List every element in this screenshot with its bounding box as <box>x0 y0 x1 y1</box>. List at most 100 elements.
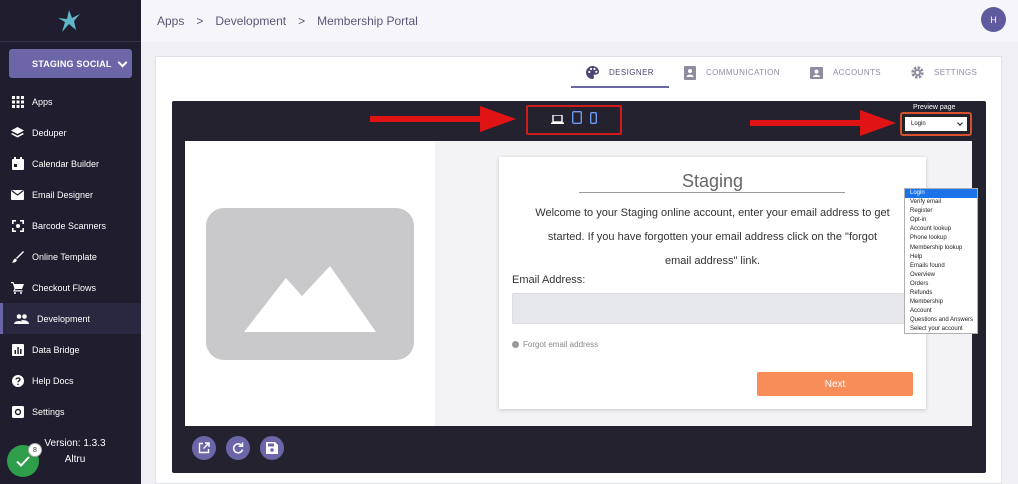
account-selector-button[interactable]: STAGING SOCIAL <box>9 49 132 78</box>
chevron-down-icon <box>117 57 128 68</box>
palette-icon <box>586 66 599 79</box>
save-icon <box>266 442 278 454</box>
chevron-right-icon: > <box>196 14 204 28</box>
sidebar-item-label: Online Template <box>32 251 97 262</box>
sidebar: STAGING SOCIAL Apps Deduper Calendar Bui… <box>0 0 141 484</box>
designer-toolbar <box>192 436 284 460</box>
gear-icon <box>911 66 924 79</box>
tab-settings[interactable]: SETTINGS <box>896 57 992 88</box>
account-card-icon <box>809 66 823 79</box>
next-button[interactable]: Next <box>757 372 913 396</box>
sidebar-item-settings[interactable]: Settings <box>0 396 141 427</box>
breadcrumb-development[interactable]: Development <box>215 14 286 28</box>
cart-icon <box>11 281 24 294</box>
sidebar-item-development[interactable]: Development <box>0 303 141 334</box>
dropdown-option[interactable]: Account lookup <box>905 225 977 234</box>
tab-designer[interactable]: DESIGNER <box>571 57 669 88</box>
dropdown-option[interactable]: Login <box>905 189 977 199</box>
breadcrumb: Apps > Development > Membership Portal <box>157 14 418 28</box>
sidebar-item-email-designer[interactable]: Email Designer <box>0 179 141 210</box>
sidebar-item-label: Data Bridge <box>32 344 80 355</box>
sidebar-item-label: Apps <box>32 96 53 107</box>
dropdown-option[interactable]: Questions and Answers <box>905 316 977 325</box>
layers-icon <box>11 126 24 139</box>
sidebar-item-deduper[interactable]: Deduper <box>0 117 141 148</box>
sidebar-item-label: Checkout Flows <box>32 282 97 293</box>
dropdown-option[interactable]: Membership lookup <box>905 244 977 253</box>
dropdown-option[interactable]: Overview <box>905 271 977 280</box>
dropdown-option[interactable]: Orders <box>905 280 977 289</box>
calendar-icon <box>11 157 24 170</box>
preview-page-dropdown: Login Verify email Register Opt-in Accou… <box>904 188 978 334</box>
dropdown-option[interactable]: Select your account <box>905 325 977 334</box>
sidebar-item-calendar-builder[interactable]: Calendar Builder <box>0 148 141 179</box>
device-toggle-group <box>526 105 622 135</box>
breadcrumb-apps[interactable]: Apps <box>157 14 184 28</box>
save-button[interactable] <box>260 436 284 460</box>
top-bar: Apps > Development > Membership Portal H <box>141 0 1018 42</box>
email-label: Email Address: <box>512 274 586 286</box>
preview-page-label: Preview page <box>913 104 956 111</box>
help-icon <box>11 374 24 387</box>
gear-icon <box>11 405 24 418</box>
dropdown-option[interactable]: Phone lookup <box>905 234 977 243</box>
tab-label: SETTINGS <box>934 68 978 77</box>
tablet-icon[interactable] <box>571 110 583 129</box>
sidebar-item-help-docs[interactable]: Help Docs <box>0 365 141 396</box>
breadcrumb-membership-portal: Membership Portal <box>317 14 418 28</box>
external-link-icon <box>198 442 210 454</box>
sidebar-item-apps[interactable]: Apps <box>0 86 141 117</box>
dropdown-option[interactable]: Help <box>905 253 977 262</box>
phone-icon[interactable] <box>589 111 597 129</box>
avatar[interactable]: H <box>981 7 1006 32</box>
contact-book-icon <box>684 65 696 80</box>
card-title: Staging <box>681 171 744 191</box>
sidebar-divider <box>0 41 141 42</box>
dropdown-option[interactable]: Refunds <box>905 289 977 298</box>
version-label: Version: 1.3.3 <box>44 438 106 449</box>
notification-badge: 8 <box>28 443 42 457</box>
mail-icon <box>11 188 24 201</box>
dropdown-option[interactable]: Register <box>905 207 977 216</box>
dropdown-option[interactable]: Membership <box>905 298 977 307</box>
dropdown-option[interactable]: Emails found <box>905 262 977 271</box>
tab-communication[interactable]: COMMUNICATION <box>669 57 795 88</box>
sidebar-item-online-template[interactable]: Online Template <box>0 241 141 272</box>
people-icon <box>14 312 29 325</box>
email-input[interactable] <box>512 293 912 324</box>
preview-page-select[interactable]: Login <box>904 116 968 132</box>
red-arrow-annotation <box>370 106 516 132</box>
forgot-email-link[interactable]: Forgot email address <box>512 340 598 349</box>
scan-icon <box>11 219 24 232</box>
sidebar-item-label: Help Docs <box>32 375 74 386</box>
check-icon <box>16 455 30 467</box>
open-external-button[interactable] <box>192 436 216 460</box>
version-info: Version: 1.3.3 Altru <box>40 436 110 468</box>
tab-label: DESIGNER <box>609 68 654 77</box>
dropdown-option[interactable]: Verify email <box>905 198 977 207</box>
sidebar-item-data-bridge[interactable]: Data Bridge <box>0 334 141 365</box>
laptop-icon[interactable] <box>551 111 564 129</box>
forgot-email-label: Forgot email address <box>523 340 599 349</box>
sidebar-item-label: Calendar Builder <box>32 158 100 169</box>
sidebar-item-checkout-flows[interactable]: Checkout Flows <box>0 272 141 303</box>
help-circle-icon <box>512 341 519 348</box>
welcome-text: Welcome to your Staging online account, … <box>535 207 890 267</box>
brush-icon <box>11 250 24 263</box>
sidebar-nav: Apps Deduper Calendar Builder Email Desi… <box>0 86 141 427</box>
tab-label: ACCOUNTS <box>832 68 882 77</box>
dropdown-option[interactable]: Opt-in <box>905 216 977 225</box>
preview-page-value: Login <box>911 121 926 127</box>
account-selector-label: STAGING SOCIAL <box>32 58 112 69</box>
sidebar-item-label: Development <box>37 313 91 324</box>
sidebar-item-label: Email Designer <box>32 189 94 200</box>
chevron-down-icon <box>957 120 963 126</box>
hummingbird-logo-icon[interactable] <box>52 6 86 36</box>
refresh-icon <box>232 442 244 454</box>
red-arrow-annotation <box>750 110 896 136</box>
chevron-right-icon: > <box>298 14 306 28</box>
tab-accounts[interactable]: ACCOUNTS <box>795 57 896 88</box>
sidebar-item-barcode-scanners[interactable]: Barcode Scanners <box>0 210 141 241</box>
dropdown-option[interactable]: Account <box>905 307 977 316</box>
refresh-button[interactable] <box>226 436 250 460</box>
